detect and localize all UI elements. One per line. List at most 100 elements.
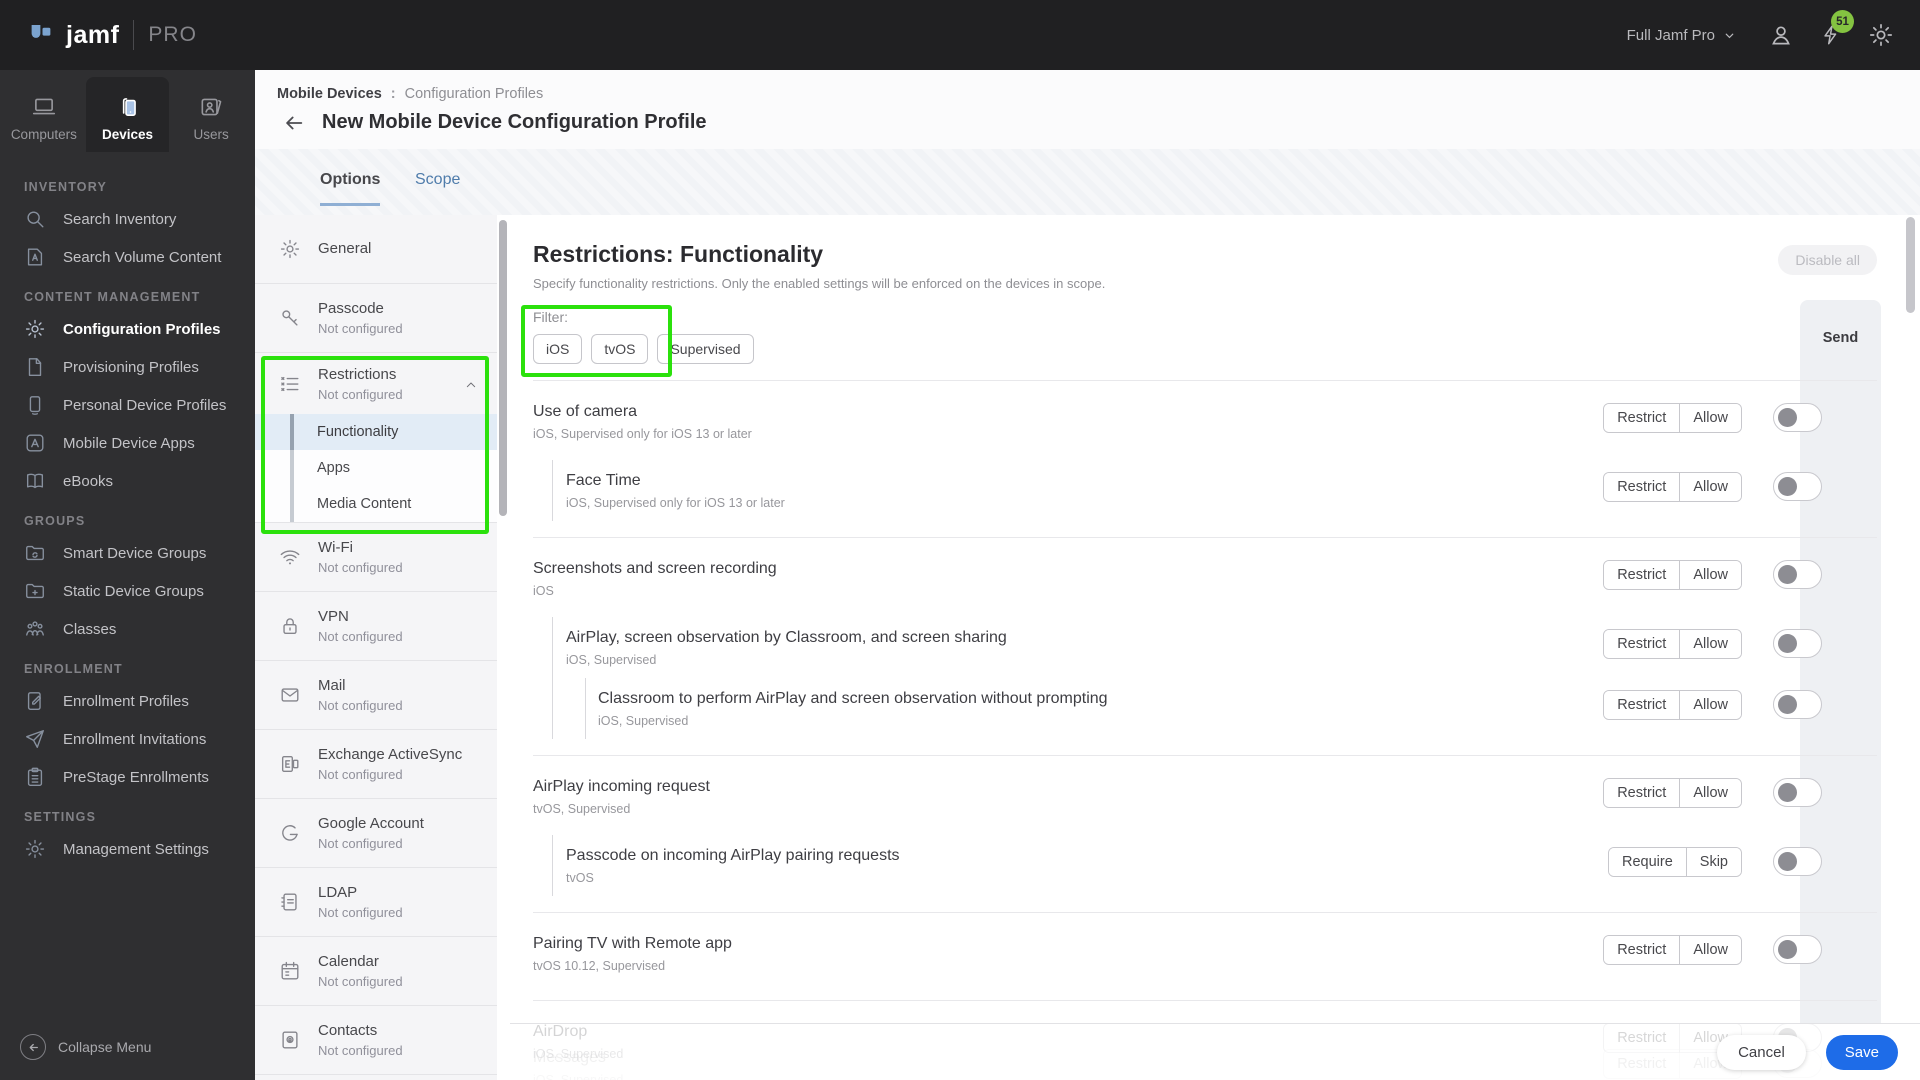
- account-button[interactable]: [1768, 22, 1794, 48]
- payload-item-mail[interactable]: Mail Not configured: [255, 661, 497, 730]
- sidebar-item-configuration-profiles[interactable]: Configuration Profiles: [0, 310, 255, 348]
- filter-button-ios[interactable]: iOS: [533, 334, 583, 364]
- payload-item-calendar[interactable]: Calendar Not configured: [255, 937, 497, 1006]
- mail-icon: [279, 684, 301, 706]
- choice-allow-button[interactable]: Allow: [1679, 630, 1741, 658]
- choice-allow-button[interactable]: Allow: [1679, 936, 1741, 964]
- payload-item-ldap[interactable]: LDAP Not configured: [255, 868, 497, 937]
- payload-item-wi-fi[interactable]: Wi-Fi Not configured: [255, 523, 497, 592]
- sidebar-item-search-volume-content[interactable]: Search Volume Content: [0, 238, 255, 276]
- payload-subitem-media-content[interactable]: Media Content: [255, 486, 497, 522]
- context-selector[interactable]: Full Jamf Pro: [1621, 26, 1742, 45]
- choice-allow-button[interactable]: Allow: [1679, 404, 1741, 432]
- disable-all-button[interactable]: Disable all: [1778, 245, 1877, 275]
- sidebar-item-static-device-groups[interactable]: Static Device Groups: [0, 572, 255, 610]
- module-tab-computers[interactable]: Computers: [2, 77, 86, 152]
- tab-scope[interactable]: Scope: [415, 171, 460, 203]
- module-tab-users[interactable]: Users: [169, 77, 253, 152]
- setting-row-screenshots-and-screen-recording: Screenshots and screen recording iOS Restr…: [533, 548, 1877, 609]
- jamf-logo-icon: [26, 20, 56, 50]
- wifi-icon: [279, 546, 301, 568]
- module-tab-devices[interactable]: Devices: [85, 77, 170, 152]
- send-toggle[interactable]: [1773, 935, 1822, 964]
- setting-group: Screenshots and screen recording iOS Restr…: [533, 538, 1877, 756]
- indent-guide: [585, 678, 586, 739]
- user-icon: [1768, 22, 1794, 48]
- notifications-button[interactable]: 51: [1820, 10, 1854, 48]
- sidebar-item-label: Enrollment Profiles: [63, 692, 189, 710]
- choice-restrict-button[interactable]: Restrict: [1604, 561, 1680, 589]
- payload-item-google-account[interactable]: Google Account Not configured: [255, 799, 497, 868]
- payload-item-passcode[interactable]: Passcode Not configured: [255, 284, 497, 353]
- sidebar-item-ebooks[interactable]: eBooks: [0, 462, 255, 500]
- choice-restrict-button[interactable]: Restrict: [1604, 691, 1680, 719]
- payload-item-text: Google Account Not configured: [318, 815, 424, 851]
- filter-button-tvos[interactable]: tvOS: [591, 334, 649, 364]
- sidebar-item-label: Enrollment Invitations: [63, 730, 207, 748]
- choice-require-button[interactable]: Require: [1609, 848, 1686, 876]
- choice-restrict-button[interactable]: Restrict: [1604, 630, 1680, 658]
- payload-item-exchange-activesync[interactable]: Exchange ActiveSync Not configured: [255, 730, 497, 799]
- choice-restrict-button[interactable]: Restrict: [1604, 473, 1680, 501]
- gear-icon: [1868, 22, 1894, 48]
- restriction-rows: Use of camera iOS, Supervised only for iO…: [533, 381, 1877, 1080]
- sidebar-section-header: ENROLLMENT: [24, 662, 123, 676]
- choice-restrict-button[interactable]: Restrict: [1604, 404, 1680, 432]
- save-button[interactable]: Save: [1825, 1034, 1898, 1070]
- choice-restrict-button[interactable]: Restrict: [1604, 779, 1680, 807]
- content-scrollbar[interactable]: [1906, 217, 1915, 1080]
- payload-item-status: Not configured: [318, 321, 403, 336]
- choice-restrict-button[interactable]: Restrict: [1604, 936, 1680, 964]
- settings-button[interactable]: [1868, 22, 1894, 48]
- send-toggle[interactable]: [1773, 560, 1822, 589]
- volume-icon: [24, 246, 46, 268]
- choice-allow-button[interactable]: Allow: [1679, 779, 1741, 807]
- toggle-knob: [1778, 407, 1797, 427]
- sidebar-section-header: SETTINGS: [24, 810, 97, 824]
- choice-allow-button[interactable]: Allow: [1679, 561, 1741, 589]
- setting-title: Screenshots and screen recording: [533, 560, 777, 577]
- sidebar-item-search-inventory[interactable]: Search Inventory: [0, 200, 255, 238]
- setting-platforms: iOS, Supervised only for iOS 13 or later: [533, 427, 752, 441]
- send-toggle[interactable]: [1773, 403, 1822, 432]
- payload-nav-scrollbar[interactable]: [497, 215, 510, 1080]
- back-button[interactable]: [283, 112, 305, 134]
- sidebar-item-enrollment-invitations[interactable]: Enrollment Invitations: [0, 720, 255, 758]
- payload-subitem-apps[interactable]: Apps: [255, 450, 497, 486]
- scrollbar-thumb[interactable]: [1906, 217, 1915, 313]
- setting-row-face-time: Face Time iOS, Supervised only for iOS 13…: [533, 460, 1877, 521]
- payload-item-general[interactable]: General: [255, 215, 497, 284]
- payload-item-contacts[interactable]: Contacts Not configured: [255, 1006, 497, 1075]
- send-toggle[interactable]: [1773, 629, 1822, 658]
- sidebar-item-management-settings[interactable]: Management Settings: [0, 830, 255, 868]
- breadcrumb-parent[interactable]: Mobile Devices: [277, 86, 382, 102]
- payload-item-vpn[interactable]: VPN Not configured: [255, 592, 497, 661]
- choice-allow-button[interactable]: Allow: [1679, 473, 1741, 501]
- sidebar-item-personal-device-profiles[interactable]: Personal Device Profiles: [0, 386, 255, 424]
- scrollbar-thumb[interactable]: [499, 220, 507, 516]
- sidebar-item-label: Search Volume Content: [63, 248, 222, 266]
- send-toggle[interactable]: [1773, 472, 1822, 501]
- choice-skip-button[interactable]: Skip: [1685, 848, 1741, 876]
- payload-subitem-functionality[interactable]: Functionality: [255, 414, 497, 450]
- tab-options[interactable]: Options: [320, 171, 381, 206]
- payload-item-restrictions[interactable]: Restrictions Not configured: [255, 353, 497, 414]
- setting-title: AirPlay incoming request: [533, 778, 710, 795]
- sidebar-item-enrollment-profiles[interactable]: Enrollment Profiles: [0, 682, 255, 720]
- filter-button-supervised[interactable]: Supervised: [657, 334, 754, 364]
- sidebar-item-smart-device-groups[interactable]: Smart Device Groups: [0, 534, 255, 572]
- setting-choice-group: RestrictAllow: [1603, 778, 1742, 808]
- cancel-button[interactable]: Cancel: [1717, 1034, 1806, 1070]
- setting-title: Face Time: [566, 472, 641, 489]
- send-toggle[interactable]: [1773, 778, 1822, 807]
- sidebar-item-provisioning-profiles[interactable]: Provisioning Profiles: [0, 348, 255, 386]
- send-toggle[interactable]: [1773, 690, 1822, 719]
- choice-allow-button[interactable]: Allow: [1679, 691, 1741, 719]
- collapse-menu-label: Collapse Menu: [58, 1039, 152, 1055]
- sidebar-item-classes[interactable]: Classes: [0, 610, 255, 648]
- sidebar-item-prestage-enrollments[interactable]: PreStage Enrollments: [0, 758, 255, 796]
- setting-platforms: iOS, Supervised only for iOS 13 or later: [566, 496, 785, 510]
- send-toggle[interactable]: [1773, 847, 1822, 876]
- sidebar-item-mobile-device-apps[interactable]: Mobile Device Apps: [0, 424, 255, 462]
- collapse-menu-button[interactable]: Collapse Menu: [0, 1034, 255, 1080]
